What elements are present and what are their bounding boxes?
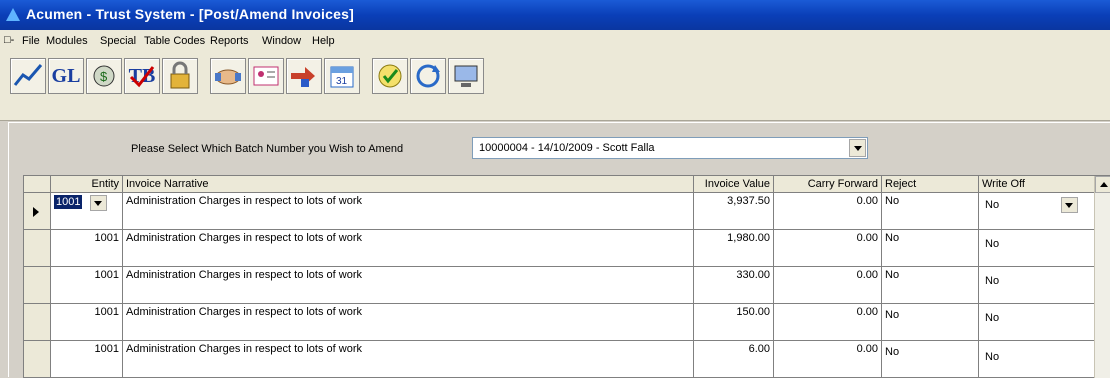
invoice-value-cell[interactable]: 6.00 [694, 341, 774, 378]
menu-bar: □- File Modules Special Table Codes Repo… [0, 30, 1110, 53]
document-menu-icon[interactable]: □- [4, 34, 16, 46]
invoice-value-cell[interactable]: 1,980.00 [694, 230, 774, 267]
batch-select-value: 10000004 - 14/10/2009 - Scott Falla [479, 142, 655, 154]
calendar-icon[interactable]: 31 [324, 58, 360, 94]
window-title: Acumen - Trust System - [Post/Amend Invo… [26, 6, 354, 22]
write-off-dropdown-button[interactable] [1061, 197, 1078, 213]
menu-file[interactable]: File [22, 35, 40, 47]
narrative-cell[interactable]: Administration Charges in respect to lot… [123, 304, 694, 341]
chevron-down-icon [1065, 203, 1073, 208]
chevron-down-icon [94, 201, 102, 206]
write-off-value: No [985, 351, 1000, 363]
entity-dropdown-button[interactable] [90, 195, 107, 211]
handshake-icon[interactable] [210, 58, 246, 94]
invoice-value-cell[interactable]: 330.00 [694, 267, 774, 304]
row-selector[interactable] [24, 304, 51, 341]
checklist-icon[interactable] [372, 58, 408, 94]
post-amend-invoices-form: Please Select Which Batch Number you Wis… [8, 122, 1110, 378]
carry-forward-cell[interactable]: 0.00 [774, 230, 882, 267]
menu-special[interactable]: Special [100, 35, 136, 47]
refresh-icon[interactable] [410, 58, 446, 94]
entity-cell[interactable]: 1001 [51, 230, 123, 267]
narrative-cell[interactable]: Administration Charges in respect to lot… [123, 341, 694, 378]
carry-forward-cell[interactable]: 0.00 [774, 304, 882, 341]
write-off-value: No [985, 312, 1000, 324]
current-row-pointer-icon [33, 207, 39, 217]
row-selector[interactable] [24, 193, 51, 230]
column-header-reject[interactable]: Reject [882, 176, 979, 193]
scroll-up-button[interactable] [1095, 176, 1110, 193]
entity-cell[interactable]: 1001 [51, 341, 123, 378]
computer-icon[interactable] [448, 58, 484, 94]
column-header-write-off[interactable]: Write Off [979, 176, 1095, 193]
entity-value: 1001 [54, 195, 83, 209]
batch-label: Please Select Which Batch Number you Wis… [131, 143, 404, 155]
svg-text:31: 31 [336, 76, 348, 87]
write-off-value: No [985, 199, 1000, 211]
entity-cell[interactable]: 1001 [51, 267, 123, 304]
write-off-cell[interactable]: No [979, 193, 1095, 230]
lock-icon[interactable] [162, 58, 198, 94]
column-header-carry-forward[interactable]: Carry Forward [774, 176, 882, 193]
row-selector-header [24, 176, 51, 193]
invoice-value-cell[interactable]: 3,937.50 [694, 193, 774, 230]
trial-balance-icon[interactable]: TB [124, 58, 160, 94]
column-header-narrative[interactable]: Invoice Narrative [123, 176, 694, 193]
row-selector[interactable] [24, 267, 51, 304]
reject-cell[interactable]: No [882, 193, 979, 230]
invoice-value-cell[interactable]: 150.00 [694, 304, 774, 341]
vertical-scrollbar[interactable] [1094, 176, 1110, 378]
write-off-cell[interactable]: No [979, 267, 1095, 304]
toolbar: GL $ TB 31 [0, 52, 1110, 121]
column-header-invoice-value[interactable]: Invoice Value [694, 176, 774, 193]
menu-window[interactable]: Window [262, 35, 301, 47]
row-selector[interactable] [24, 341, 51, 378]
money-bag-icon[interactable]: $ [86, 58, 122, 94]
chart-trend-icon[interactable] [10, 58, 46, 94]
invoice-grid: Entity Invoice Narrative Invoice Value C… [23, 175, 1110, 378]
entity-cell[interactable]: 1001 [51, 304, 123, 341]
carry-forward-cell[interactable]: 0.00 [774, 193, 882, 230]
svg-text:$: $ [100, 69, 108, 84]
app-icon [6, 8, 20, 21]
write-off-value: No [985, 238, 1000, 250]
column-header-entity[interactable]: Entity [51, 176, 123, 193]
write-off-cell[interactable]: No [979, 341, 1095, 378]
reject-cell[interactable]: No [882, 230, 979, 267]
entity-cell[interactable]: 1001 [51, 193, 123, 230]
narrative-cell[interactable]: Administration Charges in respect to lot… [123, 193, 694, 230]
menu-table-codes[interactable]: Table Codes [144, 35, 205, 47]
menu-reports[interactable]: Reports [210, 35, 249, 47]
narrative-cell[interactable]: Administration Charges in respect to lot… [123, 230, 694, 267]
write-off-cell[interactable]: No [979, 230, 1095, 267]
chevron-down-icon [854, 146, 862, 151]
batch-dropdown-button[interactable] [849, 139, 866, 157]
batch-select[interactable]: 10000004 - 14/10/2009 - Scott Falla [472, 137, 868, 159]
contact-card-icon[interactable] [248, 58, 284, 94]
carry-forward-cell[interactable]: 0.00 [774, 267, 882, 304]
menu-help[interactable]: Help [312, 35, 335, 47]
row-selector[interactable] [24, 230, 51, 267]
narrative-cell[interactable]: Administration Charges in respect to lot… [123, 267, 694, 304]
reject-cell[interactable]: No [882, 267, 979, 304]
chevron-up-icon [1100, 182, 1108, 187]
general-ledger-icon[interactable]: GL [48, 58, 84, 94]
carry-forward-cell[interactable]: 0.00 [774, 341, 882, 378]
write-off-cell[interactable]: No [979, 304, 1095, 341]
transfer-arrows-icon[interactable] [286, 58, 322, 94]
write-off-value: No [985, 275, 1000, 287]
reject-cell[interactable]: No [882, 304, 979, 341]
menu-modules[interactable]: Modules [46, 35, 88, 47]
entity-combo[interactable]: 1001 [54, 195, 107, 211]
title-bar: Acumen - Trust System - [Post/Amend Invo… [0, 0, 1110, 30]
reject-cell[interactable]: No [882, 341, 979, 378]
